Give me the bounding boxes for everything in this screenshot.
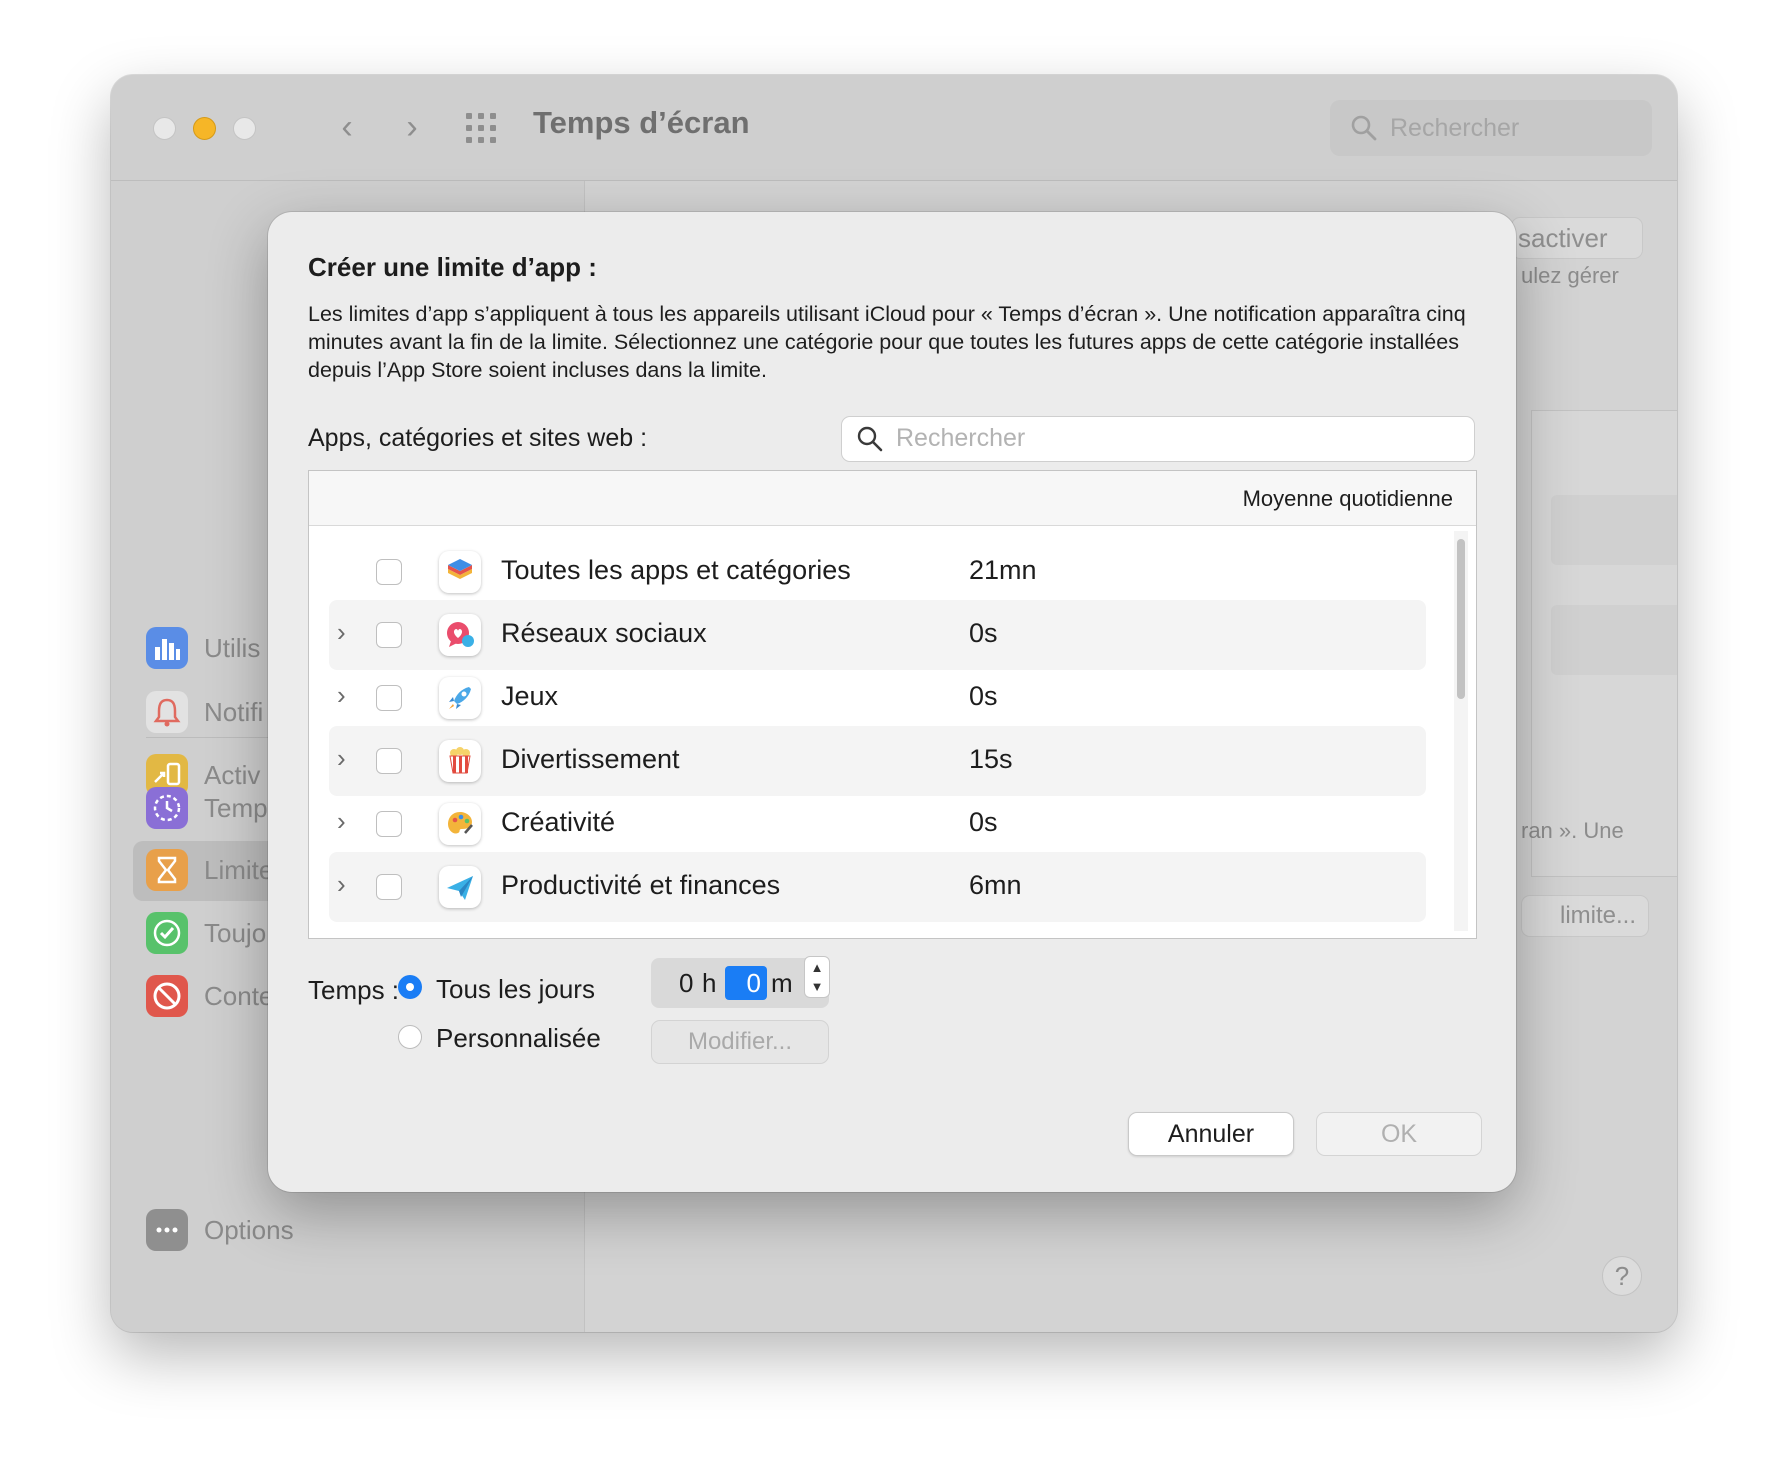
- row-checkbox[interactable]: [376, 685, 402, 711]
- chevron-right-icon[interactable]: ›: [337, 743, 346, 774]
- row-name: Créativité: [501, 807, 616, 837]
- table-scrollbar[interactable]: [1454, 531, 1468, 931]
- row-average: 15s: [969, 744, 1013, 774]
- restriction-icon: [146, 975, 188, 1017]
- sidebar-item-label: Limite: [204, 855, 274, 885]
- table-row[interactable]: › Productivité et finances 6mn: [329, 852, 1426, 922]
- add-limit-button[interactable]: limite...: [1521, 895, 1649, 937]
- sidebar-item-label: Temp: [204, 793, 268, 823]
- row-average: 0s: [969, 618, 998, 648]
- app-search-placeholder: Rechercher: [896, 424, 1026, 452]
- row-name: Toutes les apps et catégories: [501, 555, 851, 585]
- minimize-window-button[interactable]: [193, 117, 216, 140]
- table-row[interactable]: › Réseaux sociaux 0s: [329, 600, 1426, 670]
- popcorn-icon: [439, 740, 481, 782]
- stepper-down-icon[interactable]: ▼: [805, 980, 829, 993]
- hours-unit: h: [702, 968, 717, 998]
- sidebar-item-label: Toujo: [204, 918, 267, 948]
- bell-icon: [146, 691, 188, 733]
- paper-plane-icon: [439, 866, 481, 908]
- stepper-up-icon[interactable]: ▲: [805, 961, 829, 974]
- hours-value[interactable]: 0: [679, 968, 693, 999]
- list-label: Apps, catégories et sites web :: [308, 424, 648, 452]
- bar-chart-icon: [146, 627, 188, 669]
- table-header: Moyenne quotidienne: [309, 471, 1476, 526]
- palette-icon: [439, 803, 481, 845]
- row-checkbox[interactable]: [376, 811, 402, 837]
- ok-button[interactable]: OK: [1316, 1112, 1482, 1156]
- minutes-value[interactable]: 0: [725, 966, 767, 1000]
- forward-chevron-icon[interactable]: ›: [394, 109, 430, 145]
- sidebar-item-label: Utilis: [204, 633, 261, 663]
- chevron-right-icon[interactable]: ›: [337, 680, 346, 711]
- sidebar-item-label: Notifi: [204, 697, 264, 727]
- row-name: Jeux: [501, 681, 559, 711]
- app-search-field[interactable]: Rechercher: [841, 416, 1475, 462]
- search-icon: [1351, 115, 1377, 141]
- window-search-field[interactable]: Rechercher: [1330, 100, 1652, 156]
- table-row[interactable]: › Créativité 0s: [329, 789, 1426, 859]
- row-checkbox[interactable]: [376, 559, 402, 585]
- minutes-unit: m: [771, 968, 793, 998]
- table-row[interactable]: › Jeux 0s: [329, 663, 1426, 733]
- manage-text: ulez gérer: [1521, 263, 1619, 288]
- help-button[interactable]: ?: [1602, 1256, 1642, 1296]
- sidebar-item-label: Activ: [204, 760, 261, 790]
- every-day-radio[interactable]: [398, 975, 422, 999]
- row-checkbox[interactable]: [376, 622, 402, 648]
- time-limit-field[interactable]: 0 h 0 m: [651, 958, 829, 1008]
- deactivate-button[interactable]: sactiver: [1511, 217, 1643, 259]
- limits-list-row: [1551, 495, 1677, 565]
- chevron-right-icon[interactable]: ›: [337, 806, 346, 837]
- more-dots-icon: [146, 1209, 188, 1251]
- cancel-button[interactable]: Annuler: [1128, 1112, 1294, 1156]
- show-all-grid-icon[interactable]: [466, 113, 502, 143]
- back-chevron-icon[interactable]: ‹: [329, 109, 365, 145]
- title-bar: ‹ › Temps d’écran Rechercher: [111, 75, 1677, 181]
- chevron-right-icon[interactable]: ›: [337, 869, 346, 900]
- chevron-right-icon[interactable]: ›: [337, 617, 346, 648]
- time-stepper[interactable]: ▲ ▼: [804, 956, 830, 998]
- dialog-description: Les limites d’app s’appliquent à tous le…: [308, 302, 1466, 382]
- column-header-daily-average[interactable]: Moyenne quotidienne: [1243, 486, 1453, 512]
- social-bubble-icon: [439, 614, 481, 656]
- table-row[interactable]: › Divertissement 15s: [329, 726, 1426, 796]
- rocket-icon: [439, 677, 481, 719]
- scrollbar-thumb[interactable]: [1457, 539, 1465, 699]
- window-search-placeholder: Rechercher: [1390, 114, 1520, 142]
- window-title: Temps d’écran: [533, 105, 750, 140]
- downtime-icon: [146, 787, 188, 829]
- row-average: 0s: [969, 681, 998, 711]
- notice-text: ran ». Une: [1521, 818, 1624, 843]
- row-name: Réseaux sociaux: [501, 618, 707, 648]
- checkmark-icon: [146, 912, 188, 954]
- row-name: Productivité et finances: [501, 870, 781, 900]
- time-label: Temps :: [308, 975, 400, 1005]
- row-checkbox[interactable]: [376, 874, 402, 900]
- search-icon: [857, 426, 883, 452]
- row-average: 21mn: [969, 555, 1037, 585]
- zoom-window-button[interactable]: [233, 117, 256, 140]
- every-day-label[interactable]: Tous les jours: [436, 974, 595, 1005]
- custom-radio[interactable]: [398, 1025, 422, 1049]
- row-average: 0s: [969, 807, 998, 837]
- apps-categories-table: Moyenne quotidienne Toutes les apps et c…: [308, 470, 1477, 939]
- row-average: 6mn: [969, 870, 1022, 900]
- limits-list-row: [1551, 605, 1677, 675]
- row-checkbox[interactable]: [376, 748, 402, 774]
- hourglass-icon: [146, 849, 188, 891]
- options-label: Options: [204, 1215, 294, 1245]
- dialog-title: Créer une limite d’app :: [308, 252, 597, 282]
- custom-label[interactable]: Personnalisée: [436, 1023, 601, 1054]
- modify-button[interactable]: Modifier...: [651, 1020, 829, 1064]
- row-name: Divertissement: [501, 744, 680, 774]
- sidebar-item-label: Conte: [204, 981, 274, 1011]
- create-app-limit-dialog: Créer une limite d’app : Les limites d’a…: [268, 212, 1516, 1192]
- stack-icon: [439, 551, 481, 593]
- table-row[interactable]: Toutes les apps et catégories 21mn: [329, 537, 1426, 607]
- close-window-button[interactable]: [153, 117, 176, 140]
